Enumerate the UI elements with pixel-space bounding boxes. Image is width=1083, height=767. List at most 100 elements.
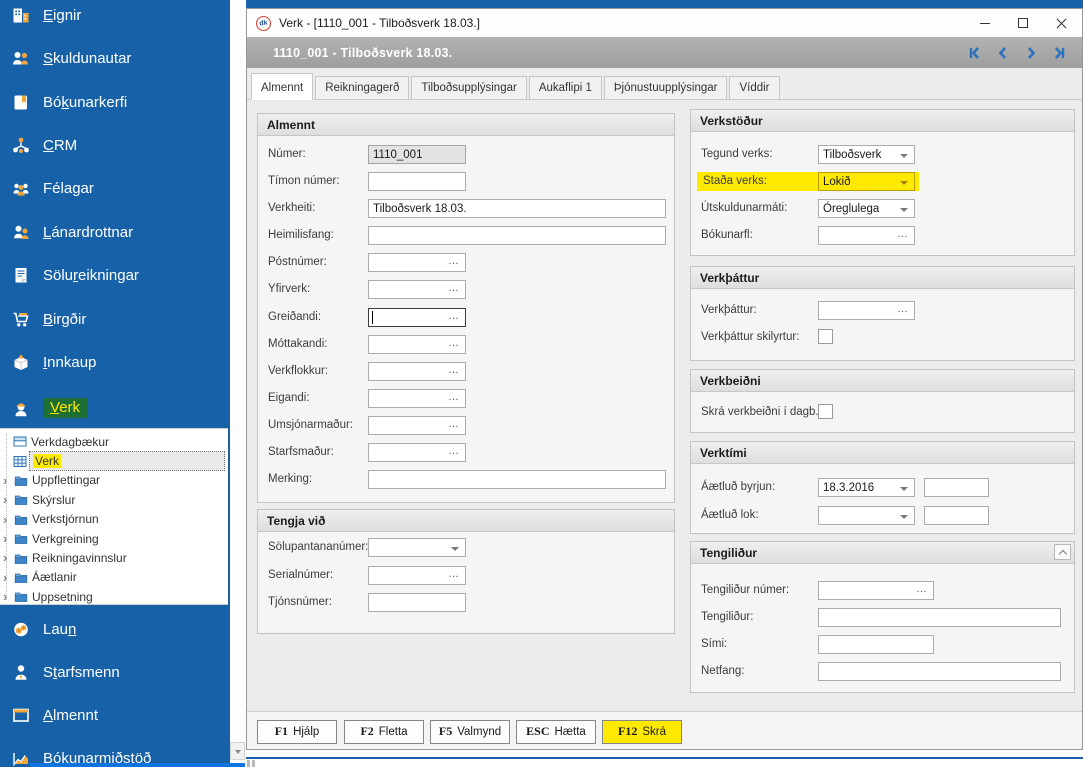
tab-viddir[interactable]: Víddir bbox=[729, 76, 780, 100]
sidebar-item-lanardrottnar[interactable]: Lánardrottnar bbox=[0, 220, 230, 244]
debtors-icon bbox=[11, 49, 31, 68]
field-row-solupantananumer: Sölupantananúmer: bbox=[268, 538, 664, 557]
sidebar-item-felagar[interactable]: Félagar bbox=[0, 176, 230, 200]
yfirverk-lookup-input[interactable] bbox=[368, 280, 466, 299]
tree-item-reikningavinnslur[interactable]: Reikningavinnslur bbox=[0, 548, 228, 567]
skra-verkbeidni-checkbox[interactable] bbox=[818, 404, 833, 419]
stada-verks-dropdown[interactable]: Lokið bbox=[818, 172, 915, 191]
f2-browse-button[interactable]: F2 Fletta bbox=[344, 720, 424, 744]
simi-input[interactable] bbox=[818, 635, 934, 654]
field-row-eigandi: Eigandi: bbox=[268, 389, 664, 408]
sidebar-item-skuldunautar[interactable]: Skuldunautar bbox=[0, 46, 230, 70]
expand-chevron-icon[interactable] bbox=[3, 490, 13, 509]
sidebar-item-verk[interactable]: Verk bbox=[0, 396, 230, 420]
serialnumer-lookup-input[interactable] bbox=[368, 566, 466, 585]
group-verktimi-header: Verktími bbox=[691, 442, 1074, 464]
field-row-tengilidur-numer: Tengiliður númer: bbox=[701, 581, 1064, 600]
tab-aukaflipi-1[interactable]: Aukaflipi 1 bbox=[528, 76, 602, 100]
verkthattur-skilyrtur-checkbox[interactable] bbox=[818, 329, 833, 344]
sidebar-item-innkaup[interactable]: Innkaup bbox=[0, 350, 230, 374]
tab-almennt[interactable]: Almennt bbox=[251, 73, 314, 100]
sidebar-scrollbar[interactable] bbox=[230, 0, 246, 767]
verk-tree-panel: Verkdagbækur Verk Uppflettingar Skýrslur… bbox=[0, 428, 228, 605]
timon-numer-input[interactable] bbox=[368, 172, 466, 191]
tree-item-verk[interactable]: Verk bbox=[0, 451, 228, 471]
netfang-input[interactable] bbox=[818, 662, 1061, 681]
verkheiti-input[interactable]: Tilboðsverk 18.03. bbox=[368, 199, 666, 218]
group-verkbeidni: Verkbeiðni Skrá verkbeiðni í dagb.: bbox=[690, 369, 1075, 433]
minimize-button[interactable] bbox=[966, 9, 1004, 37]
close-button[interactable] bbox=[1042, 9, 1080, 37]
tengilidur-input[interactable] bbox=[818, 608, 1061, 627]
tree-item-verkgreining[interactable]: Verkgreining bbox=[0, 529, 228, 548]
esc-cancel-button[interactable]: ESC Hætta bbox=[516, 720, 596, 744]
greidandi-lookup-input[interactable] bbox=[368, 308, 466, 327]
tree-item-uppsetning[interactable]: Uppsetning bbox=[0, 587, 228, 606]
expand-chevron-icon[interactable] bbox=[3, 587, 13, 606]
verkthattur-lookup-input[interactable] bbox=[818, 301, 915, 320]
collapse-button[interactable] bbox=[1054, 544, 1071, 560]
expand-chevron-icon[interactable] bbox=[3, 471, 13, 490]
bokunarfl-lookup-input[interactable] bbox=[818, 226, 915, 245]
tree-item-verkdagbaekur[interactable]: Verkdagbækur bbox=[0, 432, 228, 451]
tree-item-aaetlanir[interactable]: Áætlanir bbox=[0, 568, 228, 587]
expand-chevron-icon[interactable] bbox=[3, 529, 13, 548]
sidebar-item-starfsmenn[interactable]: Starfsmenn bbox=[0, 660, 230, 684]
eigandi-lookup-input[interactable] bbox=[368, 389, 466, 408]
sidebar-item-birgdir[interactable]: Birgðir bbox=[0, 307, 230, 331]
sidebar-item-bokunarkerfi[interactable]: Bókunarkerfi bbox=[0, 90, 230, 114]
utskuldunarmati-dropdown[interactable]: Óreglulega bbox=[818, 199, 915, 218]
tree-item-skyrslur[interactable]: Skýrslur bbox=[0, 490, 228, 509]
first-record-icon[interactable] bbox=[968, 46, 982, 60]
sidebar-item-eignir[interactable]: Eignir bbox=[0, 3, 230, 27]
tree-item-uppflettingar[interactable]: Uppflettingar bbox=[0, 471, 228, 490]
tab-thjonustuupplysingar[interactable]: Þjónustuupplýsingar bbox=[603, 76, 728, 100]
f12-save-button[interactable]: F12 Skrá bbox=[602, 720, 682, 744]
sidebar-item-crm[interactable]: CRM bbox=[0, 133, 230, 157]
sidebar-item-solureikningar[interactable]: Sölureikningar bbox=[0, 263, 230, 287]
aetlud-lok-date-dropdown[interactable] bbox=[818, 506, 915, 525]
folder-icon bbox=[14, 532, 28, 545]
creditors-icon bbox=[11, 223, 31, 242]
umsjonarmadur-lookup-input[interactable] bbox=[368, 416, 466, 435]
aetlud-byrjun-time-input[interactable] bbox=[924, 478, 989, 497]
numer-input[interactable]: 1110_001 bbox=[368, 145, 466, 164]
mottakandi-lookup-input[interactable] bbox=[368, 335, 466, 354]
heimilisfang-input[interactable] bbox=[368, 226, 666, 245]
window-title: Verk - [1110_001 - Tilboðsverk 18.03.] bbox=[279, 16, 481, 30]
sidebar-item-almennt[interactable]: Almennt bbox=[0, 703, 230, 727]
maximize-button[interactable] bbox=[1004, 9, 1042, 37]
field-row-numer: Númer: 1110_001 bbox=[268, 145, 664, 164]
verk-window: dk Verk - [1110_001 - Tilboðsverk 18.03.… bbox=[246, 8, 1083, 750]
merking-input[interactable] bbox=[368, 470, 666, 489]
accounting-book-icon bbox=[11, 93, 31, 112]
aetlud-lok-time-input[interactable] bbox=[924, 506, 989, 525]
tengilidur-numer-lookup-input[interactable] bbox=[818, 581, 934, 600]
expand-chevron-icon[interactable] bbox=[3, 568, 13, 587]
field-row-tengilidur: Tengiliður: bbox=[701, 608, 1064, 627]
previous-record-icon[interactable] bbox=[996, 46, 1010, 60]
expand-chevron-icon[interactable] bbox=[3, 548, 13, 567]
tegund-verks-dropdown[interactable]: Tilboðsverk bbox=[818, 145, 915, 164]
tab-reikningagerd[interactable]: Reikningagerð bbox=[315, 76, 410, 100]
tree-item-verkstjornun[interactable]: Verkstjórnun bbox=[0, 510, 228, 529]
function-button-bar: F1 Hjálp F2 Fletta F5 Valmynd ESC Hætta F12 S… bbox=[247, 711, 1082, 749]
sidebar-item-laun[interactable]: Laun bbox=[0, 617, 230, 641]
employees-person-icon bbox=[11, 663, 31, 682]
purchasing-box-icon bbox=[11, 353, 31, 372]
verkflokkur-lookup-input[interactable] bbox=[368, 362, 466, 381]
last-record-icon[interactable] bbox=[1052, 46, 1066, 60]
solupantananumer-dropdown[interactable] bbox=[368, 538, 466, 557]
postnumer-lookup-input[interactable] bbox=[368, 253, 466, 272]
scroll-down-button[interactable] bbox=[230, 742, 245, 760]
f1-help-button[interactable]: F1 Hjálp bbox=[257, 720, 337, 744]
tab-tilbodsupplysingar[interactable]: Tilboðsupplýsingar bbox=[411, 76, 527, 100]
starfsmadur-lookup-input[interactable] bbox=[368, 443, 466, 462]
window-grip-mark bbox=[247, 760, 250, 767]
next-record-icon[interactable] bbox=[1024, 46, 1038, 60]
field-row-mottakandi: Móttakandi: bbox=[268, 335, 664, 354]
aetlud-byrjun-date-dropdown[interactable]: 18.3.2016 bbox=[818, 478, 915, 497]
tjonsnumer-input[interactable] bbox=[368, 593, 466, 612]
f5-menu-button[interactable]: F5 Valmynd bbox=[430, 720, 510, 744]
expand-chevron-icon[interactable] bbox=[3, 510, 13, 529]
